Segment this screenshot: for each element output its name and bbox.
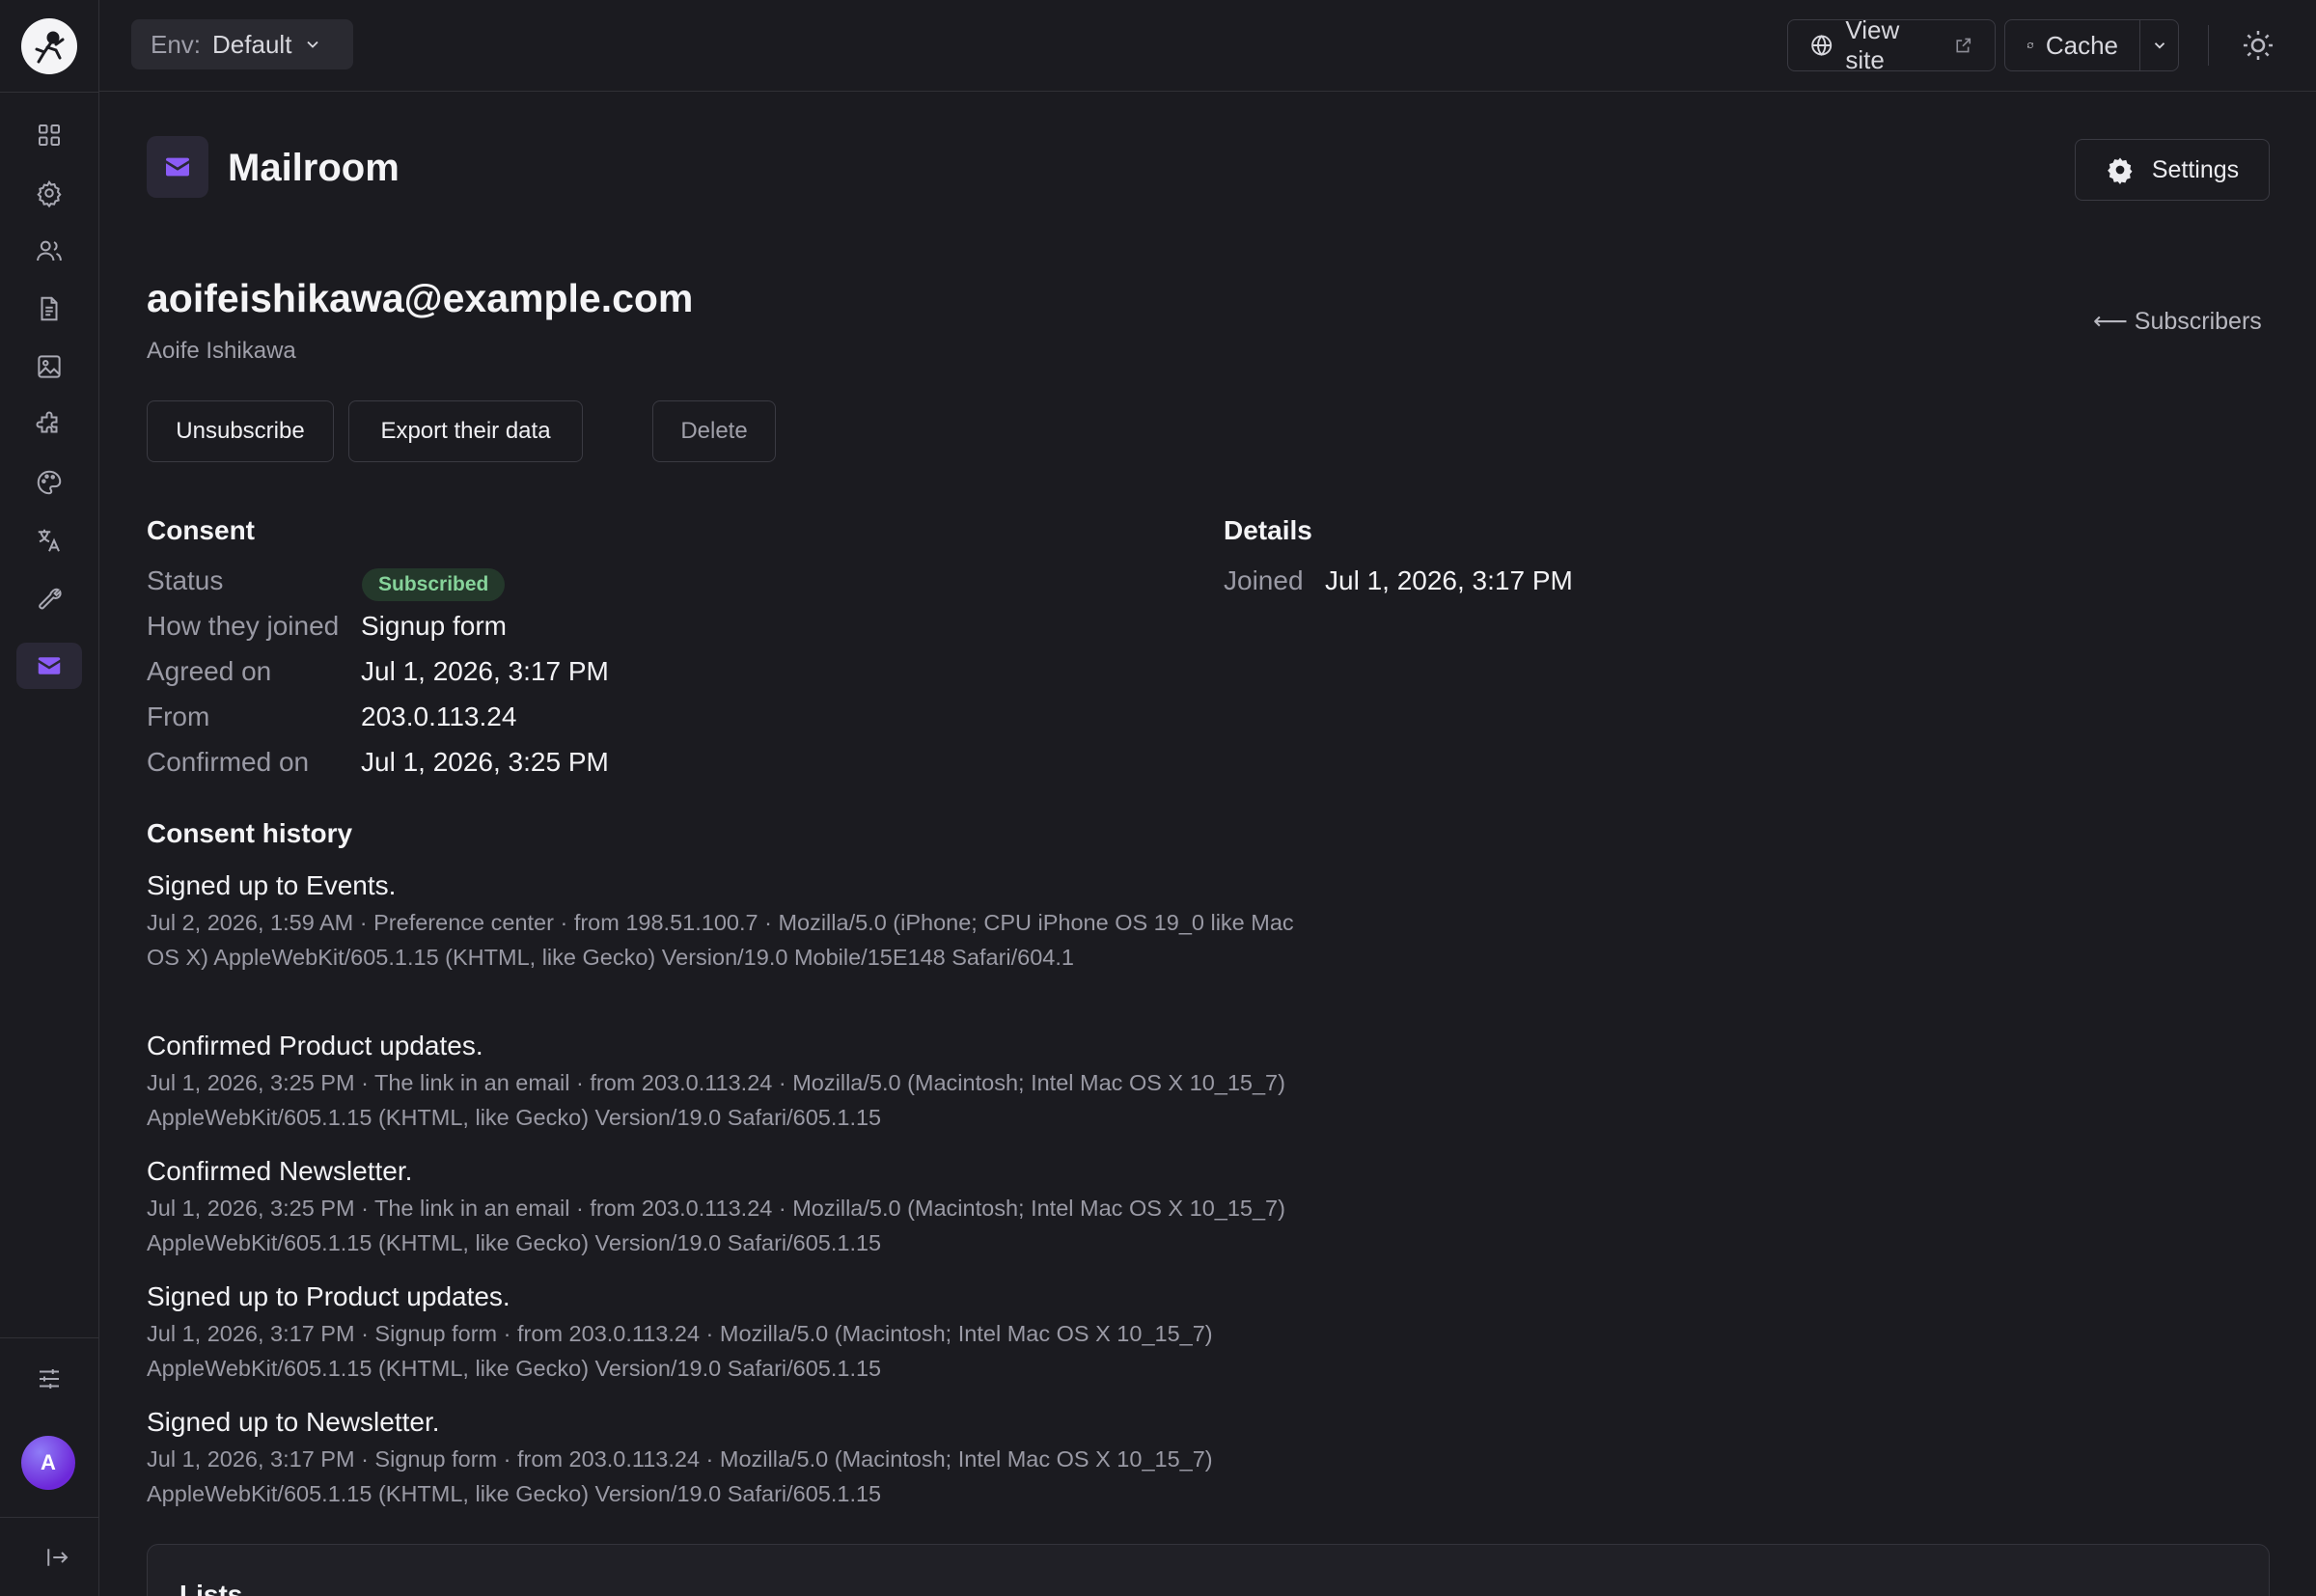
refresh-icon (2027, 42, 2033, 48)
mailroom-app-icon (147, 136, 208, 198)
sidebar-item-appearance[interactable] (16, 459, 82, 506)
view-site-label: View site (1845, 15, 1900, 74)
globe-icon (1811, 35, 1833, 56)
wrench-icon (39, 588, 62, 610)
consent-history-heading: Consent history (147, 818, 353, 848)
history-item-meta: Jul 1, 2026, 3:17 PM · Signup form · fro… (147, 1446, 1213, 1506)
lists-heading: Lists (179, 1580, 243, 1596)
sliders-icon (40, 1369, 59, 1389)
status-badge: Subscribed (362, 568, 506, 601)
back-to-subscribers-link[interactable]: ⟵ Subscribers (2093, 307, 2262, 336)
sidebar-item-tools[interactable] (16, 575, 82, 621)
history-item-title: Signed up to Newsletter. (147, 1407, 440, 1437)
chevron-down-icon (2154, 42, 2164, 49)
status-label: Status (147, 565, 224, 595)
history-item: Signed up to Events. Jul 2, 2026, 1:59 A… (147, 868, 1295, 975)
sun-icon[interactable] (2240, 27, 2276, 64)
chevron-down-icon (307, 41, 319, 48)
history-item: Signed up to Product updates. Jul 1, 202… (147, 1280, 1237, 1386)
how-joined-label: How they joined (147, 611, 340, 641)
palette-icon (37, 470, 62, 495)
page-title: Mailroom (228, 147, 400, 189)
sidebar-item-translations[interactable] (16, 517, 82, 564)
users-icon (37, 240, 62, 261)
confirmed-on-value: Jul 1, 2026, 3:25 PM (361, 747, 609, 777)
image-icon (38, 355, 61, 378)
joined-label: Joined (1224, 565, 1304, 595)
unsubscribe-button[interactable]: Unsubscribe (147, 400, 334, 462)
history-item: Signed up to Newsletter. Jul 1, 2026, 3:… (147, 1405, 1237, 1511)
collapse-sidebar-button[interactable] (24, 1534, 90, 1581)
cache-label: Cache (2045, 30, 2118, 60)
history-item-title: Signed up to Events. (147, 870, 397, 900)
export-data-button[interactable]: Export their data (348, 400, 583, 462)
sidebar: A (0, 0, 99, 1596)
consent-heading: Consent (147, 515, 255, 545)
document-icon (41, 296, 58, 321)
sidebar-item-mailroom[interactable] (16, 643, 82, 689)
logo-icon[interactable] (21, 18, 77, 74)
joined-value: Jul 1, 2026, 3:17 PM (1325, 565, 1573, 595)
gear-icon (37, 179, 62, 207)
main-content: Mailroom Settings aoifeishikawa@example.… (99, 93, 2316, 1596)
sidebar-item-settings[interactable] (16, 170, 82, 216)
confirmed-on-label: Confirmed on (147, 747, 310, 777)
sidebar-item-extensions[interactable] (16, 401, 82, 448)
sidebar-item-media[interactable] (16, 344, 82, 390)
history-item-title: Confirmed Product updates. (147, 1031, 483, 1060)
agreed-on-label: Agreed on (147, 656, 272, 686)
subscriber-name: Aoife Ishikawa (147, 338, 296, 364)
mail-icon (38, 657, 61, 674)
lists-card: Lists (147, 1544, 2270, 1596)
translate-icon (38, 529, 60, 552)
puzzle-icon (36, 411, 58, 433)
mail-icon (166, 157, 189, 177)
history-item-meta: Jul 1, 2026, 3:25 PM · The link in an em… (147, 1196, 1285, 1255)
view-site-button[interactable]: View site (1787, 15, 1996, 74)
env-label: Env: (151, 29, 202, 59)
sidebar-item-preferences[interactable] (16, 1356, 82, 1402)
env-value: Default (212, 29, 292, 59)
collapse-sidebar-icon (47, 1549, 69, 1566)
settings-button[interactable]: Settings (2075, 139, 2270, 201)
from-value: 203.0.113.24 (361, 702, 517, 731)
from-label: From (147, 702, 210, 731)
sidebar-item-users[interactable] (16, 228, 82, 274)
how-joined-value: Signup form (361, 611, 507, 641)
env-selector[interactable]: Env: Default (131, 19, 353, 69)
cache-dropdown-button[interactable] (2140, 19, 2179, 71)
history-item: Confirmed Newsletter. Jul 1, 2026, 3:25 … (147, 1154, 1295, 1260)
details-heading: Details (1224, 515, 1312, 545)
history-item-title: Confirmed Newsletter. (147, 1156, 413, 1186)
avatar[interactable]: A (21, 1436, 75, 1490)
sidebar-item-dashboard[interactable] (16, 112, 82, 158)
history-item-meta: Jul 1, 2026, 3:17 PM · Signup form · fro… (147, 1321, 1213, 1381)
cache-button[interactable]: Cache (2004, 19, 2140, 71)
history-item-meta: Jul 1, 2026, 3:25 PM · The link in an em… (147, 1070, 1285, 1130)
history-item-meta: Jul 2, 2026, 1:59 AM · Preference center… (147, 910, 1294, 970)
sidebar-item-documents[interactable] (16, 286, 82, 332)
avatar-initial: A (41, 1450, 56, 1474)
topbar: Env: Default View site Cache (99, 0, 2316, 92)
dashboard-icon (39, 124, 60, 146)
external-link-icon (1956, 38, 1971, 53)
settings-label: Settings (2151, 155, 2240, 183)
agreed-on-value: Jul 1, 2026, 3:17 PM (361, 656, 609, 686)
history-item: Confirmed Product updates. Jul 1, 2026, … (147, 1029, 1295, 1135)
gear-icon (2107, 157, 2133, 184)
topbar-divider (2208, 25, 2209, 66)
subscriber-email: aoifeishikawa@example.com (147, 276, 694, 320)
delete-button[interactable]: Delete (652, 400, 776, 462)
history-item-title: Signed up to Product updates. (147, 1281, 510, 1311)
